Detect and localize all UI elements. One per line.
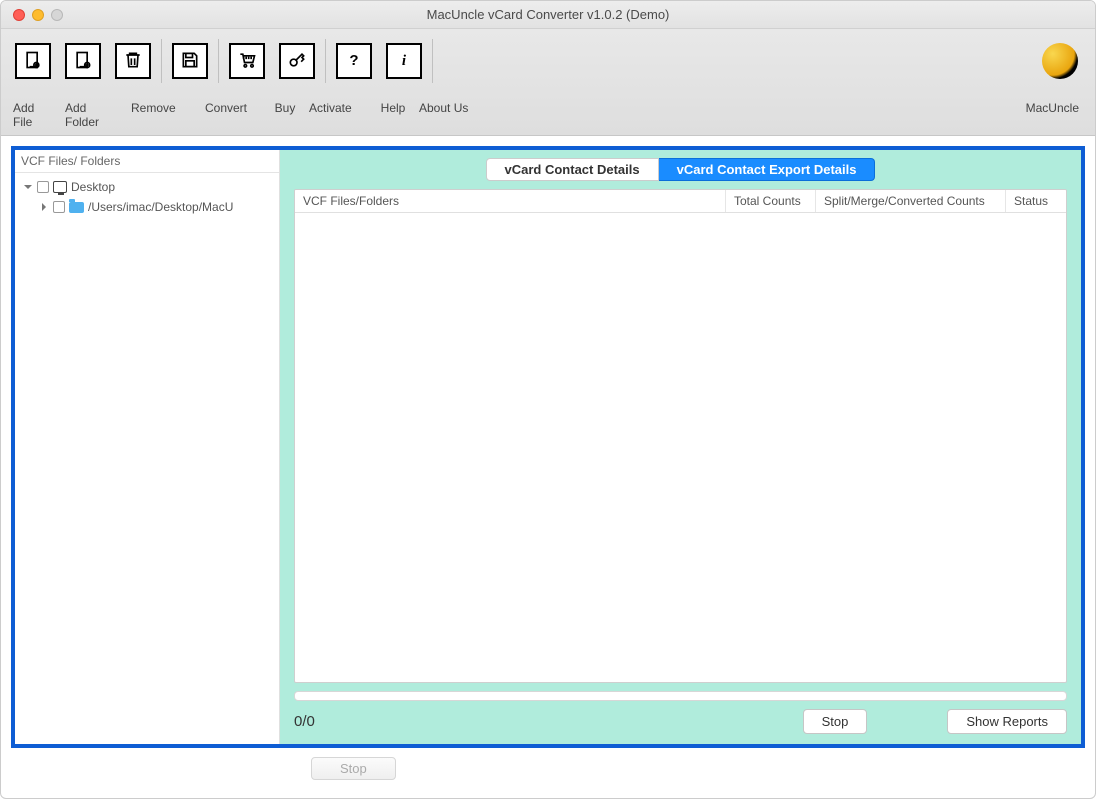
checkbox-desktop[interactable]	[37, 181, 49, 193]
toolbar-labels: Add File Add Folder Remove Convert Buy A…	[1, 83, 1095, 135]
left-panel: VCF Files/ Folders Desktop	[15, 150, 280, 744]
minimize-icon[interactable]	[32, 9, 44, 21]
add-file-label: Add File	[9, 101, 61, 129]
show-reports-button[interactable]: Show Reports	[947, 709, 1067, 734]
macuncle-logo-icon	[1042, 43, 1078, 79]
info-icon: i	[394, 50, 414, 73]
col-status[interactable]: Status	[1006, 190, 1066, 212]
convert-button[interactable]	[172, 43, 208, 79]
cart-icon	[237, 50, 257, 73]
tree-label-desktop: Desktop	[71, 180, 115, 194]
checkbox-folder[interactable]	[53, 201, 65, 213]
app-window: MacUncle vCard Converter v1.0.2 (Demo)	[0, 0, 1096, 799]
bottom-row: 0/0 Stop Show Reports	[294, 709, 1067, 734]
help-label: Help	[371, 101, 415, 129]
bottom-bar: Stop	[11, 748, 1085, 788]
about-label: About Us	[415, 101, 485, 129]
remove-button[interactable]	[115, 43, 151, 79]
brand-logo	[1035, 39, 1085, 83]
buy-label: Buy	[265, 101, 305, 129]
file-tree: Desktop /Users/imac/Desktop/MacU	[15, 173, 279, 221]
add-folder-icon	[73, 50, 93, 73]
trash-icon	[123, 50, 143, 73]
buy-button[interactable]	[229, 43, 265, 79]
svg-text:?: ?	[349, 52, 358, 69]
titlebar: MacUncle vCard Converter v1.0.2 (Demo)	[1, 1, 1095, 29]
tree-row-folder[interactable]: /Users/imac/Desktop/MacU	[21, 197, 273, 217]
tab-export-details[interactable]: vCard Contact Export Details	[659, 158, 876, 181]
add-folder-button[interactable]	[65, 43, 101, 79]
desktop-icon	[53, 181, 67, 193]
brand-label: MacUncle	[1022, 101, 1087, 129]
remove-label: Remove	[127, 101, 187, 129]
tree-label-folder: /Users/imac/Desktop/MacU	[88, 200, 233, 214]
disclosure-right-icon[interactable]	[39, 202, 49, 212]
table-header: VCF Files/Folders Total Counts Split/Mer…	[295, 190, 1066, 213]
help-button[interactable]: ?	[336, 43, 372, 79]
key-icon	[287, 50, 307, 73]
svg-text:i: i	[402, 53, 407, 69]
activate-button[interactable]	[279, 43, 315, 79]
stop-button[interactable]: Stop	[803, 709, 868, 734]
help-icon: ?	[344, 50, 364, 73]
right-panel: vCard Contact Details vCard Contact Expo…	[280, 150, 1081, 744]
col-split[interactable]: Split/Merge/Converted Counts	[816, 190, 1006, 212]
export-table: VCF Files/Folders Total Counts Split/Mer…	[294, 189, 1067, 683]
folder-icon	[69, 202, 84, 213]
close-icon[interactable]	[13, 9, 25, 21]
stop-main-button[interactable]: Stop	[311, 757, 396, 780]
add-file-button[interactable]	[15, 43, 51, 79]
tree-row-desktop[interactable]: Desktop	[21, 177, 273, 197]
left-panel-header: VCF Files/ Folders	[15, 150, 279, 173]
add-folder-label: Add Folder	[61, 101, 127, 129]
col-files[interactable]: VCF Files/Folders	[295, 190, 726, 212]
progress-bar	[294, 691, 1067, 701]
tab-contact-details[interactable]: vCard Contact Details	[486, 158, 659, 181]
progress-counter: 0/0	[294, 713, 793, 730]
convert-label: Convert	[187, 101, 265, 129]
about-button[interactable]: i	[386, 43, 422, 79]
toolbar: ? i	[1, 29, 1095, 83]
body-area: VCF Files/ Folders Desktop	[1, 136, 1095, 798]
save-icon	[180, 50, 200, 73]
maximize-icon	[51, 9, 63, 21]
traffic-lights	[1, 9, 63, 21]
col-total[interactable]: Total Counts	[726, 190, 816, 212]
content-frame: VCF Files/ Folders Desktop	[11, 146, 1085, 748]
window-title: MacUncle vCard Converter v1.0.2 (Demo)	[1, 7, 1095, 22]
toolbar-area: ? i Add File Add Folder Remove Convert B…	[1, 29, 1095, 136]
disclosure-down-icon[interactable]	[23, 182, 33, 192]
add-file-icon	[23, 50, 43, 73]
tab-row: vCard Contact Details vCard Contact Expo…	[294, 158, 1067, 181]
activate-label: Activate	[305, 101, 371, 129]
